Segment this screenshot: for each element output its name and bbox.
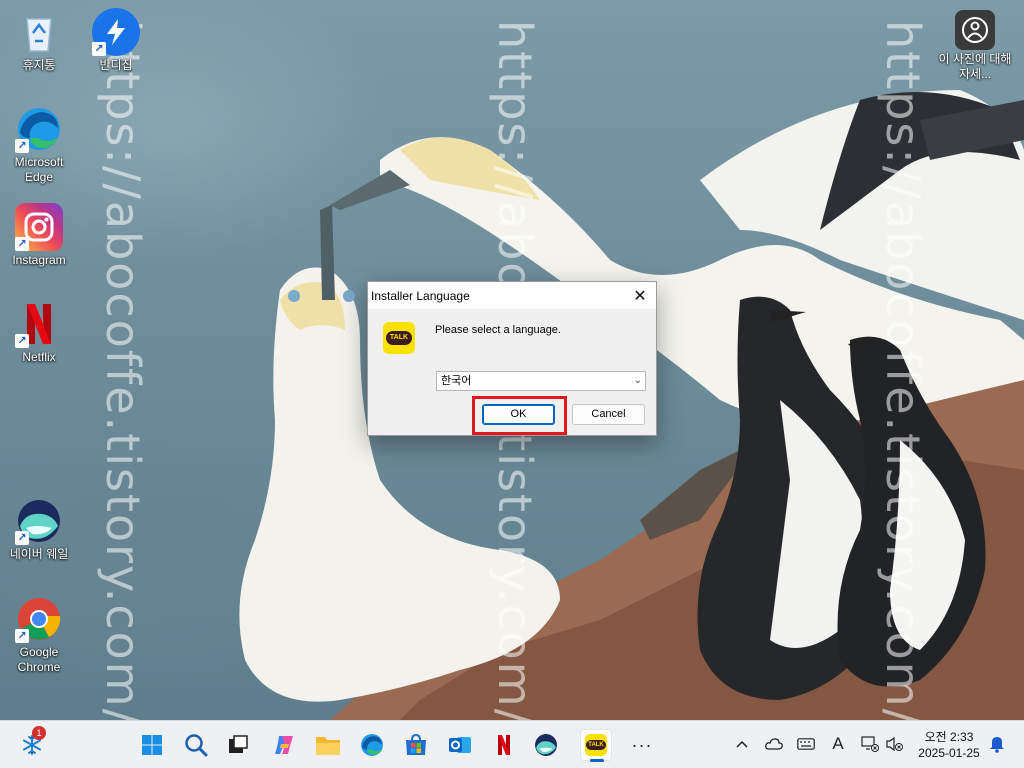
store-icon[interactable] — [400, 729, 432, 761]
task-view-icon[interactable] — [222, 729, 254, 761]
shortcut-arrow-icon: ↗ — [15, 139, 29, 153]
keyboard-icon[interactable] — [795, 733, 817, 755]
shortcut-arrow-icon: ↗ — [15, 237, 29, 251]
outlook-icon[interactable] — [444, 729, 476, 761]
edge-icon[interactable] — [356, 729, 388, 761]
widgets-notification-badge: 1 — [32, 726, 46, 740]
netflix-icon: ↗ — [15, 300, 63, 348]
shortcut-arrow-icon: ↗ — [15, 334, 29, 348]
chevron-down-icon: ⌄ — [633, 375, 642, 386]
clock-period: 오전 — [924, 730, 947, 744]
installer-language-dialog: Installer Language ✕ TALK Please select … — [367, 281, 657, 436]
taskbar: TALK ··· A 오전 2:33 2025-01-25 — [0, 720, 1024, 768]
shortcut-arrow-icon: ↗ — [15, 629, 29, 643]
shortcut-arrow-icon: ↗ — [15, 531, 29, 545]
more-icon[interactable]: ··· — [626, 729, 658, 761]
network-icon[interactable] — [859, 733, 881, 755]
copilot-icon[interactable] — [268, 729, 300, 761]
desktop-icon-instagram[interactable]: ↗ Instagram — [1, 203, 77, 268]
desktop-icon-label: 이 사진에 대해 자세... — [938, 52, 1012, 81]
shortcut-arrow-icon: ↗ — [92, 42, 106, 56]
desktop-icon-label: Instagram — [12, 253, 66, 267]
language-select[interactable]: 한국어 ⌄ — [436, 371, 646, 391]
whale-icon: ↗ — [15, 497, 63, 545]
ime-indicator[interactable]: A — [827, 733, 849, 755]
kakaotalk-taskbar-label: TALK — [586, 740, 606, 750]
active-indicator — [590, 759, 604, 762]
desktop-icon-label: 네이버 웨일 — [9, 547, 69, 561]
desktop-icon-label: 휴지통 — [22, 58, 56, 72]
clock-time: 2:33 — [950, 730, 974, 744]
netflix-icon[interactable] — [488, 729, 520, 761]
whale-icon[interactable] — [530, 729, 562, 761]
dialog-titlebar[interactable]: Installer Language ✕ — [368, 282, 656, 309]
kakaotalk-logo-icon: TALK — [383, 322, 415, 354]
desktop-icon-edge[interactable]: ↗ Microsoft Edge — [1, 105, 77, 185]
desktop-icon-bandizip[interactable]: ↗ 반디집 — [78, 8, 154, 73]
clock-date: 2025-01-25 — [918, 746, 980, 760]
desktop-icon-recycle-bin[interactable]: 휴지통 — [1, 8, 77, 73]
instagram-icon: ↗ — [15, 203, 63, 251]
dialog-prompt: Please select a language. — [435, 324, 561, 336]
desktop-icon-label: Netflix — [22, 350, 56, 364]
ok-button[interactable]: OK — [482, 404, 555, 425]
desktop-icon-netflix[interactable]: ↗ Netflix — [1, 300, 77, 365]
chevron-up-icon[interactable] — [731, 733, 753, 755]
file-explorer-icon[interactable] — [312, 729, 344, 761]
chrome-icon: ↗ — [15, 595, 63, 643]
desktop-icon-google-chrome[interactable]: ↗ Google Chrome — [1, 595, 77, 675]
notification-bell-icon[interactable] — [986, 733, 1008, 755]
desktop-icon-label: Microsoft Edge — [14, 155, 64, 184]
onedrive-cloud-icon[interactable] — [763, 733, 785, 755]
desktop-icon-label: Google Chrome — [17, 645, 61, 674]
kakaotalk-logo-icon: TALK — [585, 734, 607, 756]
recycle-bin-icon — [15, 8, 63, 56]
dialog-title: Installer Language — [371, 288, 470, 303]
kakaotalk-icon[interactable]: TALK — [580, 729, 612, 762]
close-icon[interactable]: ✕ — [624, 282, 656, 309]
start-icon[interactable] — [136, 729, 168, 761]
kakaotalk-logo-text: TALK — [385, 331, 413, 345]
volume-muted-icon[interactable] — [884, 733, 906, 755]
bandizip-icon: ↗ — [92, 8, 140, 56]
cancel-button[interactable]: Cancel — [572, 404, 645, 425]
edge-icon: ↗ — [15, 105, 63, 153]
search-icon[interactable] — [180, 729, 212, 761]
clock[interactable]: 오전 2:33 2025-01-25 — [914, 729, 984, 761]
watermark-text: https://abocoffe.tistory.com/ — [96, 20, 150, 720]
watermark-text: https://abocoffe.tistory.com/ — [876, 20, 930, 720]
language-select-value: 한국어 — [441, 375, 472, 387]
desktop-icon-label: 반디집 — [99, 58, 133, 72]
desktop-icon-naver-whale[interactable]: ↗ 네이버 웨일 — [1, 497, 77, 562]
desktop-icon-learn-about-picture[interactable]: 이 사진에 대해 자세... — [937, 10, 1013, 82]
learn-about-picture-icon — [955, 10, 995, 50]
